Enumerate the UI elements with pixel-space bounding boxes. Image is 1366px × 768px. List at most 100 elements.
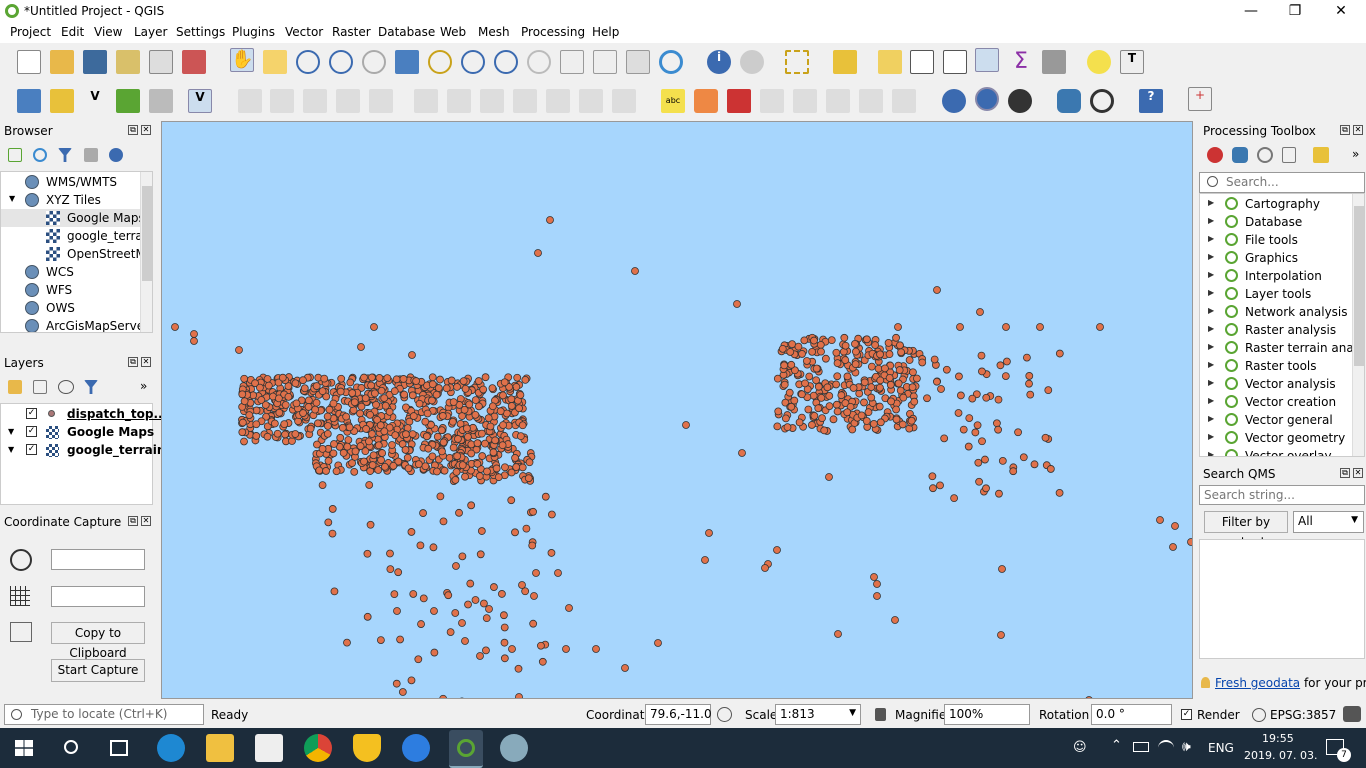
chevron-right-icon[interactable]: ▶: [1208, 432, 1214, 441]
show-bookmarks-icon[interactable]: [626, 50, 650, 74]
attribute-table-icon[interactable]: [910, 50, 934, 74]
quickmapservices-icon[interactable]: [942, 89, 966, 113]
menu-mesh[interactable]: Mesh: [478, 25, 510, 39]
minimize-button[interactable]: —: [1228, 0, 1274, 22]
menu-vector[interactable]: Vector: [285, 25, 323, 39]
edit-features-icon[interactable]: [1313, 147, 1329, 163]
menu-plugins[interactable]: Plugins: [232, 25, 275, 39]
chevron-right-icon[interactable]: ▶: [1208, 234, 1214, 243]
more-icon[interactable]: »: [1352, 147, 1359, 161]
menu-processing[interactable]: Processing: [521, 25, 585, 39]
filter-by-extent-button[interactable]: Filter by extent: [1204, 511, 1288, 549]
menu-project[interactable]: Project: [10, 25, 51, 39]
volume-icon[interactable]: 🕪: [1182, 739, 1191, 755]
toolbox-group[interactable]: ▶ Layer tools: [1200, 285, 1350, 303]
toolbox-group[interactable]: ▶ Vector general: [1200, 411, 1350, 429]
browser-item[interactable]: Google Maps: [1, 209, 141, 227]
identify-icon[interactable]: i: [707, 50, 731, 74]
toolbox-scrollbar[interactable]: [1352, 194, 1364, 456]
chevron-right-icon[interactable]: ▶: [1208, 378, 1214, 387]
redo-icon[interactable]: [612, 89, 636, 113]
qms-results-list[interactable]: [1199, 539, 1365, 659]
language-indicator[interactable]: ENG: [1208, 741, 1234, 755]
toolbox-group[interactable]: ▶ Interpolation: [1200, 267, 1350, 285]
windows-start-icon[interactable]: [15, 740, 33, 756]
chevron-down-icon[interactable]: ▼: [8, 427, 14, 436]
task-view-icon[interactable]: [110, 740, 128, 756]
zoom-out-icon[interactable]: [329, 50, 353, 74]
layer-row[interactable]: ▼ ✓ Google Maps: [1, 423, 154, 441]
highlight-label-icon[interactable]: [727, 89, 751, 113]
chevron-right-icon[interactable]: ▶: [1208, 270, 1214, 279]
maximize-button[interactable]: ❐: [1272, 0, 1318, 22]
chevron-right-icon[interactable]: ▶: [1208, 324, 1214, 333]
browser-item[interactable]: WCS: [1, 263, 141, 281]
zoom-last-icon[interactable]: [494, 50, 518, 74]
browser-item[interactable]: WMS/WMTS: [1, 173, 141, 191]
chevron-right-icon[interactable]: ▶: [1208, 306, 1214, 315]
search-qms-icon[interactable]: [975, 87, 999, 111]
show-label-icon[interactable]: [793, 89, 817, 113]
zoom-in-icon[interactable]: [296, 50, 320, 74]
undo-icon[interactable]: [579, 89, 603, 113]
more-icon[interactable]: »: [140, 379, 147, 393]
toolbox-group[interactable]: ▶ File tools: [1200, 231, 1350, 249]
people-icon[interactable]: ☺: [1073, 740, 1089, 756]
coord-field-1[interactable]: [51, 549, 145, 570]
open-styling-icon[interactable]: [8, 380, 22, 394]
map-tips-icon[interactable]: [1087, 50, 1111, 74]
diagram-icon[interactable]: [694, 89, 718, 113]
qms-search-input[interactable]: Search string...: [1199, 485, 1365, 505]
new-bookmark-icon[interactable]: [593, 50, 617, 74]
track-icon[interactable]: [10, 622, 32, 642]
menu-view[interactable]: View: [94, 25, 122, 39]
text-annotation-icon[interactable]: T: [1120, 50, 1144, 74]
current-edits-icon[interactable]: [238, 89, 262, 113]
paint-icon[interactable]: [500, 734, 528, 762]
close-panel-icon[interactable]: ✕: [141, 357, 151, 367]
float-icon[interactable]: ⧉: [1340, 125, 1350, 135]
menu-database[interactable]: Database: [378, 25, 435, 39]
style-manager-icon[interactable]: [182, 50, 206, 74]
filter-icon[interactable]: [58, 148, 72, 162]
toolbox-group[interactable]: ▶ Network analysis: [1200, 303, 1350, 321]
float-icon[interactable]: ⧉: [128, 516, 138, 526]
open-project-icon[interactable]: [50, 50, 74, 74]
add-selected-icon[interactable]: [8, 148, 22, 162]
move-label-icon[interactable]: [826, 89, 850, 113]
refresh-browser-icon[interactable]: [33, 148, 47, 162]
scale-field[interactable]: 1:813 ▼: [775, 704, 861, 725]
save-edits-icon[interactable]: [303, 89, 327, 113]
mouse-icon[interactable]: [717, 707, 732, 722]
new-geopackage-icon[interactable]: [50, 89, 74, 113]
copy-features-icon[interactable]: [513, 89, 537, 113]
toolbox-group[interactable]: ▶ Raster terrain ana...: [1200, 339, 1364, 357]
coordinate-capture-tool-icon[interactable]: +: [1188, 87, 1212, 111]
filter-select[interactable]: All ▼: [1293, 511, 1364, 533]
add-group-icon[interactable]: [33, 380, 47, 394]
toolbox-group[interactable]: ▶ Cartography: [1200, 195, 1350, 213]
chevron-right-icon[interactable]: ▶: [1208, 216, 1214, 225]
results-viewer-icon[interactable]: [1282, 147, 1296, 163]
toolbox-group[interactable]: ▶ Vector analysis: [1200, 375, 1350, 393]
browser-item[interactable]: OWS: [1, 299, 141, 317]
toggle-editing-icon[interactable]: [270, 89, 294, 113]
menu-raster[interactable]: Raster: [332, 25, 371, 39]
zoom-full-icon[interactable]: [395, 50, 419, 74]
models-icon[interactable]: [1207, 147, 1223, 163]
measure-icon[interactable]: [1042, 50, 1066, 74]
zoom-next-icon[interactable]: [527, 50, 551, 74]
qgis-taskbar-icon[interactable]: [449, 730, 483, 768]
rotation-field[interactable]: 0.0 °: [1091, 704, 1172, 725]
manage-themes-icon[interactable]: [58, 380, 74, 394]
crs-button[interactable]: EPSG:3857: [1270, 708, 1336, 722]
browser-tree[interactable]: WMS/WMTS ▼ XYZ Tiles Google Maps google_terr…: [0, 171, 153, 333]
browser-item[interactable]: ▼ XYZ Tiles: [1, 191, 141, 209]
browser-item[interactable]: google_terrain: [1, 227, 141, 245]
zoom-selection-icon[interactable]: [428, 50, 452, 74]
collapse-all-icon[interactable]: [84, 148, 98, 162]
fresh-geodata-link[interactable]: Fresh geodata: [1215, 676, 1300, 690]
chevron-right-icon[interactable]: ▶: [1208, 288, 1214, 297]
wifi-icon[interactable]: [1158, 740, 1174, 756]
delete-selected-icon[interactable]: [447, 89, 471, 113]
